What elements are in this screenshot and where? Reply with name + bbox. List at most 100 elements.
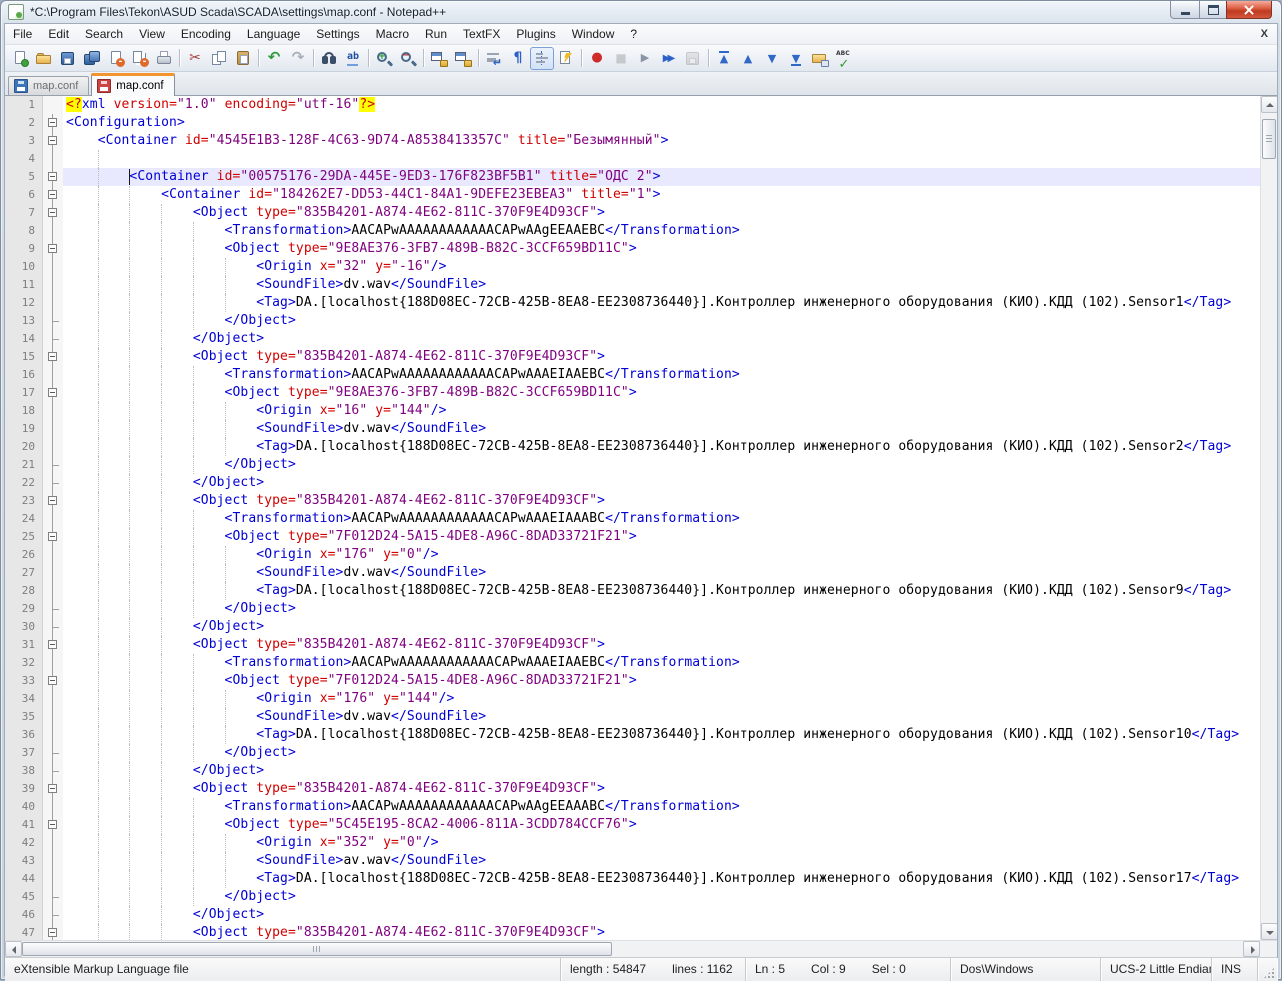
code-line[interactable]: 21 </Object> xyxy=(5,456,1260,474)
restore-button[interactable] xyxy=(1199,1,1227,19)
fold-collapse-icon[interactable] xyxy=(48,172,57,181)
undo-button[interactable]: ↶ xyxy=(262,47,286,70)
copy-button[interactable] xyxy=(207,47,231,70)
macro-stop-button[interactable]: ■ xyxy=(609,47,633,70)
fold-collapse-icon[interactable] xyxy=(48,118,57,127)
code-text[interactable]: <Object type="835B4201-A874-4E62-811C-37… xyxy=(63,780,1260,798)
macro-run-multi-button[interactable]: ▶▶ xyxy=(657,47,681,70)
code-line[interactable]: 13 </Object> xyxy=(5,312,1260,330)
code-line[interactable]: 25 <Object type="7F012D24-5A15-4DE8-A96C… xyxy=(5,528,1260,546)
close-button[interactable] xyxy=(1226,1,1272,19)
fold-collapse-icon[interactable] xyxy=(48,640,57,649)
code-line[interactable]: 35 <SoundFile>dv.wav</SoundFile> xyxy=(5,708,1260,726)
menu-language[interactable]: Language xyxy=(239,24,308,44)
code-text[interactable]: <Object type="7F012D24-5A15-4DE8-A96C-8D… xyxy=(63,528,1260,546)
menu-help[interactable]: ? xyxy=(622,24,645,44)
menu-run[interactable]: Run xyxy=(417,24,455,44)
fold-margin[interactable] xyxy=(43,780,63,798)
code-text[interactable]: <Object type="835B4201-A874-4E62-811C-37… xyxy=(63,636,1260,654)
paste-button[interactable] xyxy=(231,47,255,70)
code-line[interactable]: 38 </Object> xyxy=(5,762,1260,780)
code-line[interactable]: 20 <Tag>DA.[localhost{188D08EC-72CB-425B… xyxy=(5,438,1260,456)
fold-margin[interactable] xyxy=(43,348,63,366)
code-line[interactable]: 46 </Object> xyxy=(5,906,1260,924)
macro-save-button[interactable] xyxy=(681,47,705,70)
fold-collapse-icon[interactable] xyxy=(48,244,57,253)
code-text[interactable]: <SoundFile>dv.wav</SoundFile> xyxy=(63,708,1260,726)
code-line[interactable]: 32 <Transformation>AACAPwAAAAAAAAAAAACAP… xyxy=(5,654,1260,672)
zoom-in-button[interactable]: + xyxy=(372,47,396,70)
code-text[interactable]: </Object> xyxy=(63,744,1260,762)
menu-textfx[interactable]: TextFX xyxy=(455,24,508,44)
code-line[interactable]: 30 </Object> xyxy=(5,618,1260,636)
macro-record-button[interactable]: ● xyxy=(585,47,609,70)
code-line[interactable]: 2<Configuration> xyxy=(5,114,1260,132)
fold-margin[interactable] xyxy=(43,132,63,150)
code-text[interactable]: <Container id="4545E1B3-128F-4C63-9D74-A… xyxy=(63,132,1260,150)
fold-collapse-icon[interactable] xyxy=(48,532,57,541)
code-text[interactable]: <Tag>DA.[localhost{188D08EC-72CB-425B-8E… xyxy=(63,294,1260,312)
menu-plugins[interactable]: Plugins xyxy=(508,24,563,44)
menu-file[interactable]: File xyxy=(5,24,40,44)
code-text[interactable]: <Object type="835B4201-A874-4E62-811C-37… xyxy=(63,204,1260,222)
spell-check-button[interactable]: ✓ xyxy=(832,47,856,70)
indent-guide-button[interactable] xyxy=(530,47,554,70)
code-line[interactable]: 22 </Object> xyxy=(5,474,1260,492)
code-area[interactable]: 1<?xml version="1.0" encoding="utf-16"?>… xyxy=(5,96,1260,940)
fold-margin[interactable] xyxy=(43,492,63,510)
code-text[interactable]: <SoundFile>dv.wav</SoundFile> xyxy=(63,276,1260,294)
show-all-chars-button[interactable]: ¶ xyxy=(506,47,530,70)
code-line[interactable]: 11 <SoundFile>dv.wav</SoundFile> xyxy=(5,276,1260,294)
code-line[interactable]: 26 <Origin x="176" y="0"/> xyxy=(5,546,1260,564)
code-line[interactable]: 27 <SoundFile>dv.wav</SoundFile> xyxy=(5,564,1260,582)
code-line-current[interactable]: 5 <Container id="00575176-29DA-445E-9ED3… xyxy=(5,168,1260,186)
code-line[interactable]: 4 xyxy=(5,150,1260,168)
editor[interactable]: 1<?xml version="1.0" encoding="utf-16"?>… xyxy=(5,96,1277,940)
code-text[interactable]: </Object> xyxy=(63,456,1260,474)
code-text[interactable]: </Object> xyxy=(63,618,1260,636)
menu-window[interactable]: Window xyxy=(564,24,623,44)
menu-view[interactable]: View xyxy=(131,24,173,44)
code-text[interactable]: <SoundFile>av.wav</SoundFile> xyxy=(63,852,1260,870)
code-text[interactable]: </Object> xyxy=(63,330,1260,348)
code-text[interactable]: <SoundFile>dv.wav</SoundFile> xyxy=(63,420,1260,438)
code-text[interactable]: </Object> xyxy=(63,906,1260,924)
code-text[interactable]: <Tag>DA.[localhost{188D08EC-72CB-425B-8E… xyxy=(63,726,1260,744)
code-line[interactable]: 39 <Object type="835B4201-A874-4E62-811C… xyxy=(5,780,1260,798)
save-button[interactable] xyxy=(56,47,80,70)
save-all-button[interactable] xyxy=(80,47,104,70)
fold-margin[interactable] xyxy=(43,924,63,940)
minimize-button[interactable] xyxy=(1170,1,1200,19)
code-line[interactable]: 43 <SoundFile>av.wav</SoundFile> xyxy=(5,852,1260,870)
print-button[interactable] xyxy=(152,47,176,70)
vertical-scrollbar[interactable] xyxy=(1260,96,1277,940)
save-session-button[interactable] xyxy=(808,47,832,70)
fold-margin[interactable] xyxy=(43,204,63,222)
menu-settings[interactable]: Settings xyxy=(308,24,367,44)
jump-next-button[interactable]: ▼ xyxy=(760,47,784,70)
fold-margin[interactable] xyxy=(43,240,63,258)
code-line[interactable]: 37 </Object> xyxy=(5,744,1260,762)
fold-margin[interactable] xyxy=(43,384,63,402)
fold-collapse-icon[interactable] xyxy=(48,928,57,937)
open-file-button[interactable] xyxy=(32,47,56,70)
code-text[interactable]: </Object> xyxy=(63,888,1260,906)
code-text[interactable]: <Tag>DA.[localhost{188D08EC-72CB-425B-8E… xyxy=(63,582,1260,600)
code-line[interactable]: 45 </Object> xyxy=(5,888,1260,906)
code-line[interactable]: 44 <Tag>DA.[localhost{188D08EC-72CB-425B… xyxy=(5,870,1260,888)
code-text[interactable]: <Transformation>AACAPwAAAAAAAAAAAACAPwAA… xyxy=(63,222,1260,240)
code-line[interactable]: 18 <Origin x="16" y="144"/> xyxy=(5,402,1260,420)
code-text[interactable]: <Object type="7F012D24-5A15-4DE8-A96C-8D… xyxy=(63,672,1260,690)
code-line[interactable]: 1<?xml version="1.0" encoding="utf-16"?> xyxy=(5,96,1260,114)
fold-collapse-icon[interactable] xyxy=(48,784,57,793)
code-line[interactable]: 28 <Tag>DA.[localhost{188D08EC-72CB-425B… xyxy=(5,582,1260,600)
fold-collapse-icon[interactable] xyxy=(48,388,57,397)
fold-margin[interactable] xyxy=(43,636,63,654)
fold-collapse-icon[interactable] xyxy=(48,820,57,829)
code-line[interactable]: 14 </Object> xyxy=(5,330,1260,348)
fold-margin[interactable] xyxy=(43,114,63,132)
code-text[interactable]: <Object type="5C45E195-8CA2-4006-811A-3C… xyxy=(63,816,1260,834)
code-line[interactable]: 33 <Object type="7F012D24-5A15-4DE8-A96C… xyxy=(5,672,1260,690)
scroll-right-button[interactable] xyxy=(1243,941,1260,957)
code-text[interactable]: <Object type="9E8AE376-3FB7-489B-B82C-3C… xyxy=(63,240,1260,258)
